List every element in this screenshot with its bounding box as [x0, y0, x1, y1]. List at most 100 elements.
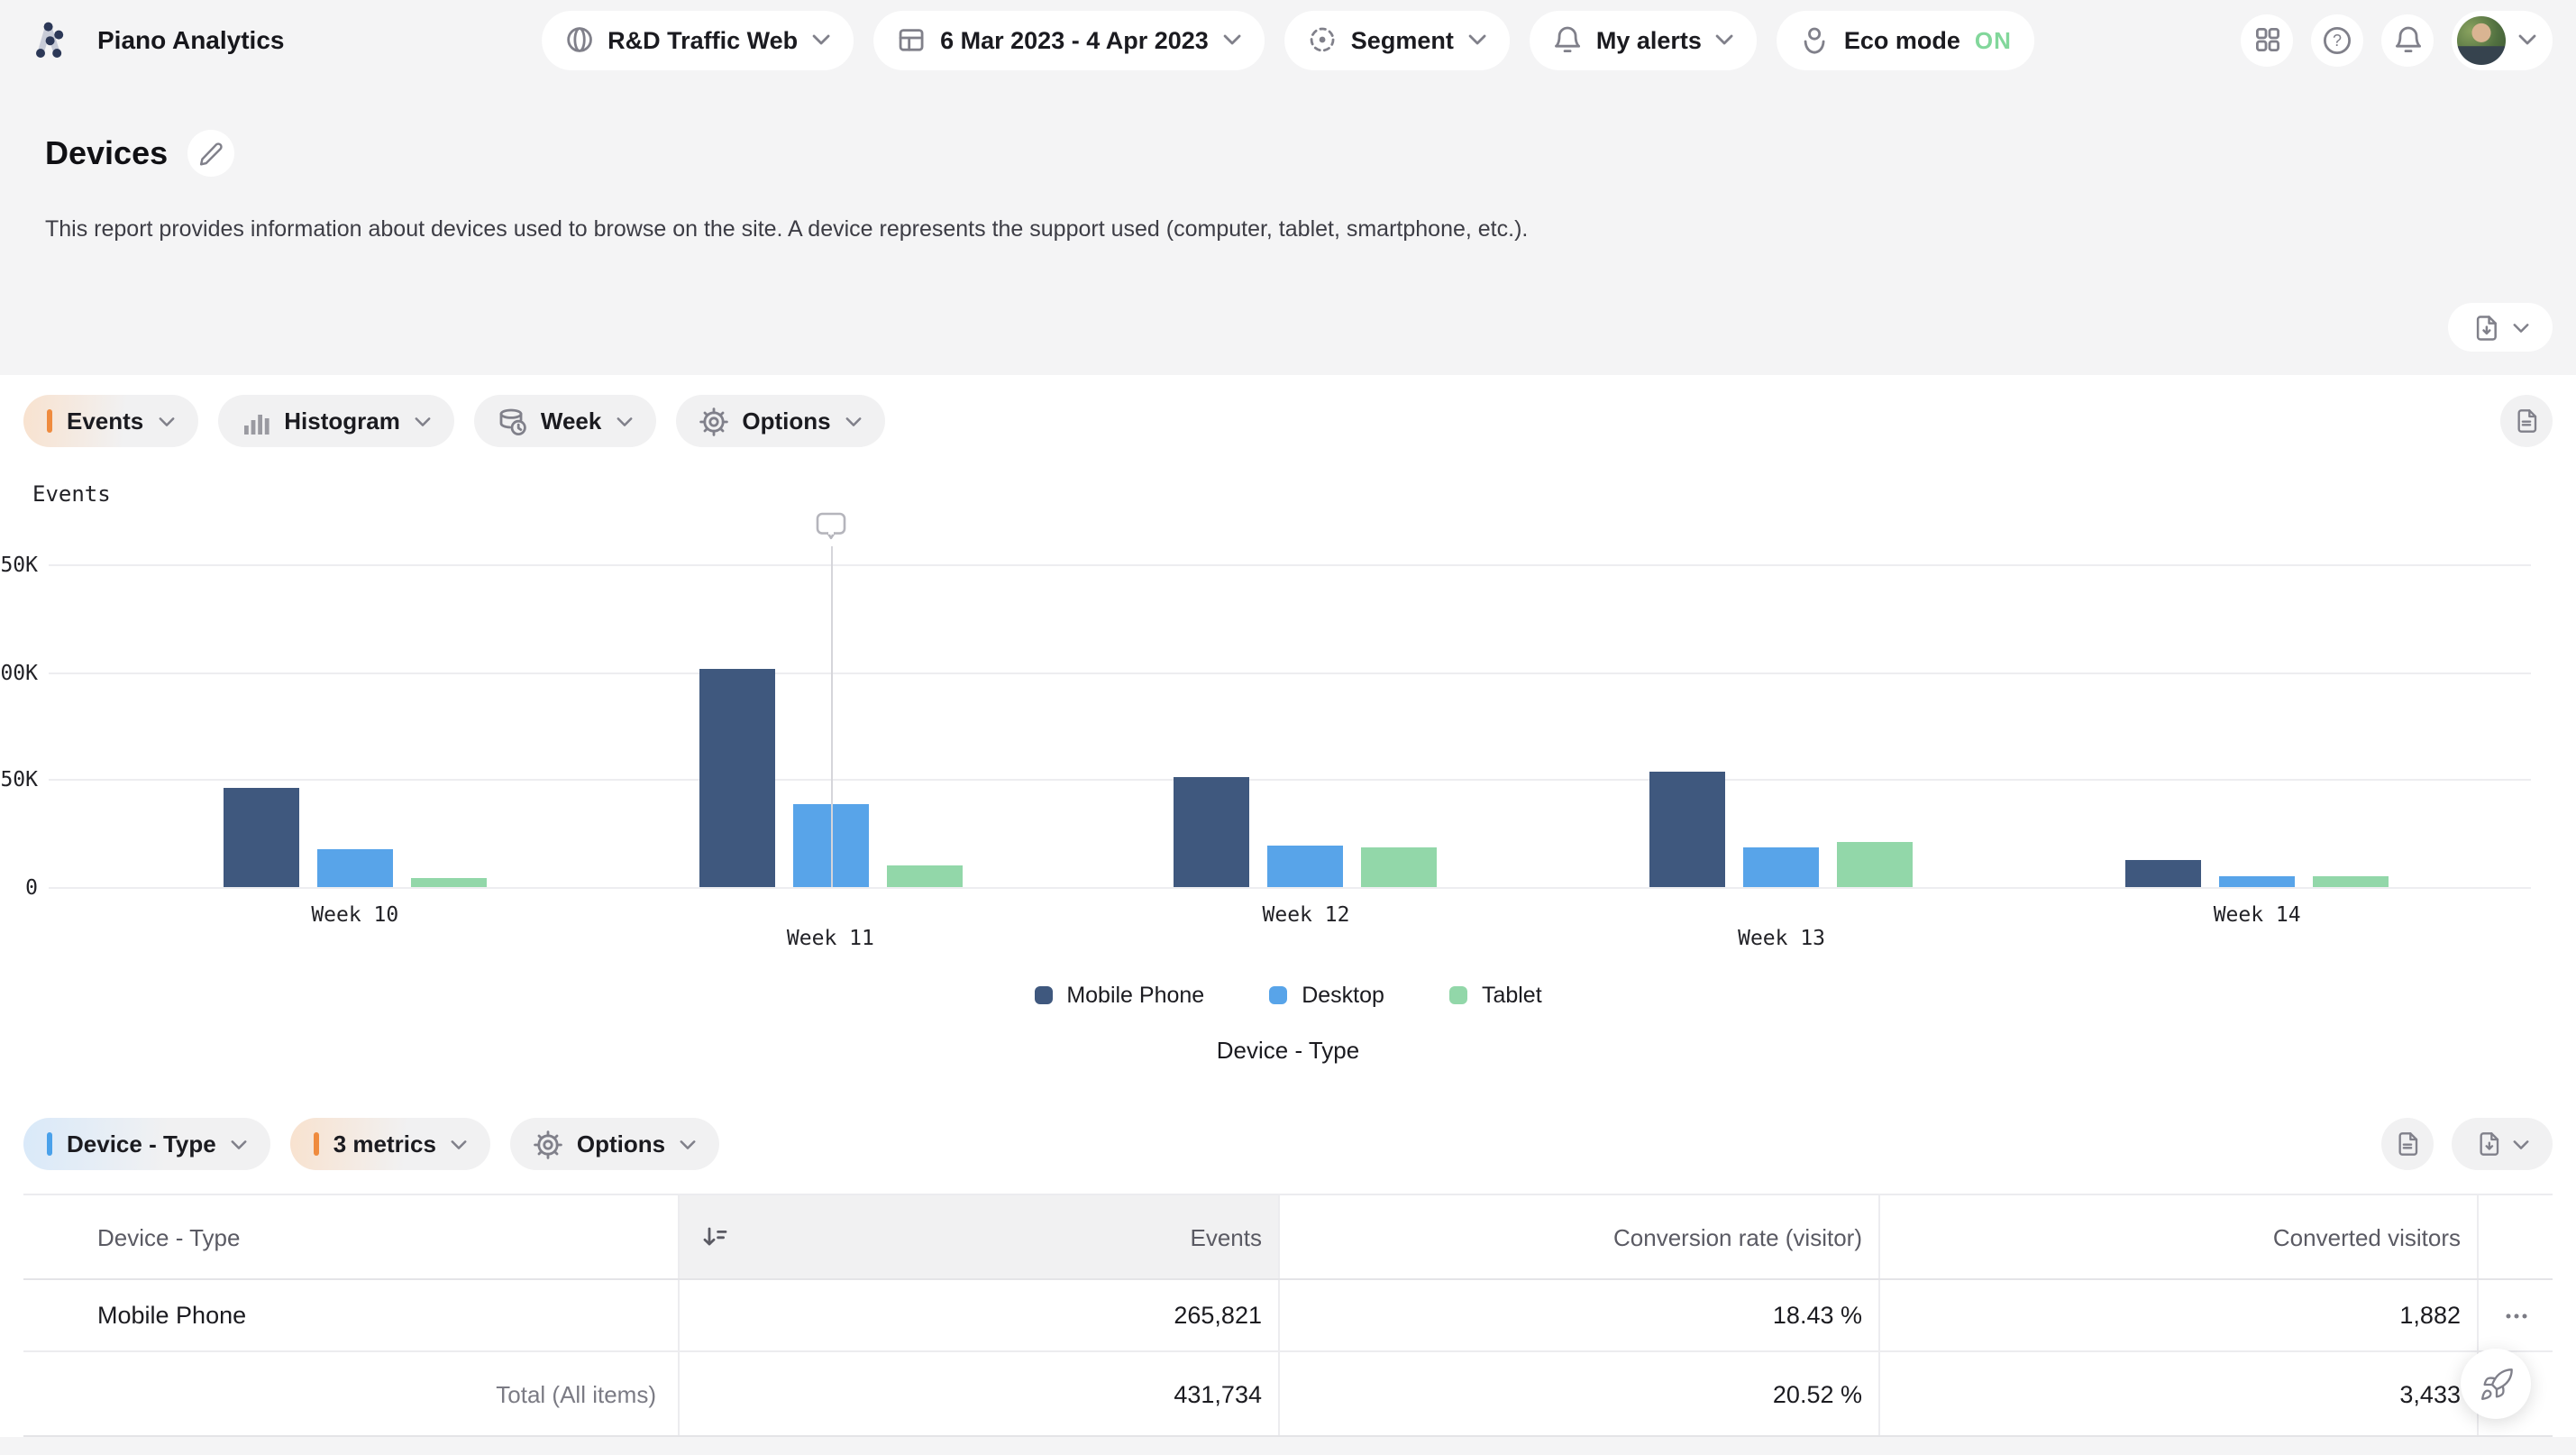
user-menu[interactable]: [2452, 10, 2553, 69]
column-header-converted-visitors[interactable]: Converted visitors: [1878, 1195, 2477, 1278]
metric-label: Events: [67, 407, 143, 435]
cell-conversion-rate: 18.43 %: [1278, 1280, 1878, 1350]
x-tick-label: Week 10: [117, 901, 593, 926]
metric-picker[interactable]: Events: [23, 395, 197, 447]
column-header-device-type[interactable]: Device - Type: [23, 1195, 678, 1278]
site-picker[interactable]: R&D Traffic Web: [541, 10, 854, 69]
chart-bar[interactable]: [411, 879, 487, 886]
legend-item-desktop[interactable]: Desktop: [1269, 983, 1384, 1008]
chart-type-picker[interactable]: Histogram: [217, 395, 454, 447]
notifications-button[interactable]: [2381, 14, 2434, 66]
brand[interactable]: Piano Analytics: [23, 14, 285, 65]
chart-bar[interactable]: [2313, 876, 2389, 886]
bar-chart: 150K100K50K0 Week 10Week 11Week 12Week 1…: [49, 564, 2531, 886]
legend-label: Desktop: [1302, 983, 1384, 1008]
topbar-actions: ?: [2241, 10, 2553, 69]
calendar-icon: [897, 25, 926, 54]
site-picker-label: R&D Traffic Web: [607, 26, 798, 53]
metrics-accent-icon: [314, 1132, 319, 1156]
chevron-down-icon: [2518, 34, 2536, 45]
apps-grid-button[interactable]: [2241, 14, 2293, 66]
gridline: [49, 886, 2531, 888]
chart-bar[interactable]: [317, 849, 393, 886]
report-body: Events Histogram Week: [0, 375, 2576, 1437]
dimension-picker[interactable]: Device - Type: [23, 1118, 270, 1170]
y-tick-label: 50K: [0, 766, 38, 792]
table-notes-button[interactable]: [2381, 1118, 2434, 1170]
table-toolbar: Device - Type 3 metrics Options: [23, 1118, 719, 1170]
piano-analytics-logo: [23, 14, 74, 65]
column-header-events[interactable]: Events: [678, 1195, 1278, 1278]
legend-swatch: [1449, 986, 1467, 1004]
chart-options[interactable]: Options: [675, 395, 884, 447]
help-button[interactable]: ?: [2311, 14, 2363, 66]
chevron-down-icon: [1716, 34, 1734, 45]
document-icon: [2394, 1130, 2421, 1158]
chevron-down-icon: [616, 416, 632, 426]
export-report-button[interactable]: [2448, 303, 2553, 352]
cell-converted-visitors: 1,882: [1878, 1280, 2477, 1350]
chevron-down-icon: [845, 416, 862, 426]
report-description: This report provides information about d…: [45, 216, 2531, 242]
page-title: Devices: [45, 134, 168, 172]
total-label: Total (All items): [23, 1352, 678, 1435]
my-alerts-label: My alerts: [1596, 26, 1702, 53]
eco-plant-icon: [1801, 24, 1830, 55]
assistant-rocket-button[interactable]: [2461, 1349, 2531, 1419]
chart-bar[interactable]: [2219, 877, 2295, 886]
chart-notes-button[interactable]: [2500, 395, 2553, 447]
globe-icon: [564, 25, 593, 54]
table-options-label: Options: [577, 1130, 665, 1158]
chart-options-label: Options: [742, 407, 830, 435]
chevron-down-icon: [812, 34, 830, 45]
chart-bar[interactable]: [1650, 772, 1726, 886]
brand-name: Piano Analytics: [97, 25, 285, 54]
chart-bar[interactable]: [699, 668, 774, 886]
cell-events: 265,821: [678, 1280, 1278, 1350]
segment-picker[interactable]: Segment: [1284, 10, 1510, 69]
period-picker[interactable]: Week: [474, 395, 655, 447]
chevron-down-icon: [451, 1139, 467, 1149]
edit-title-button[interactable]: [187, 130, 234, 177]
chart-toolbar: Events Histogram Week: [23, 395, 885, 447]
segment-label: Segment: [1351, 26, 1454, 53]
chart-bar[interactable]: [1174, 777, 1250, 886]
eco-mode-state: ON: [1975, 26, 2012, 53]
annotation-line: [830, 546, 832, 886]
x-tick-label: Week 14: [2019, 901, 2495, 926]
column-header-conversion-rate[interactable]: Conversion rate (visitor): [1278, 1195, 1878, 1278]
chevron-down-icon: [1468, 34, 1486, 45]
chart-type-label: Histogram: [284, 407, 400, 435]
total-conversion-rate: 20.52 %: [1278, 1352, 1878, 1435]
chart-bar[interactable]: [224, 788, 299, 886]
chart-bar[interactable]: [1362, 847, 1438, 886]
legend-item-mobile-phone[interactable]: Mobile Phone: [1034, 983, 1204, 1008]
date-range-picker[interactable]: 6 Mar 2023 - 4 Apr 2023: [873, 10, 1265, 69]
bell-icon: [1553, 25, 1582, 54]
chart-bar[interactable]: [2125, 861, 2201, 886]
chart-bar[interactable]: [1268, 846, 1344, 886]
dimension-accent-icon: [47, 1132, 52, 1156]
eco-mode-toggle[interactable]: Eco mode ON: [1777, 10, 2035, 69]
legend-swatch: [1034, 986, 1052, 1004]
ellipsis-icon: [2501, 1303, 2530, 1328]
comment-bubble-icon[interactable]: [815, 512, 845, 541]
row-menu-button[interactable]: [2477, 1280, 2553, 1350]
bell-icon: [2393, 25, 2422, 54]
legend-item-tablet[interactable]: Tablet: [1449, 983, 1542, 1008]
bar-groups: Week 10Week 11Week 12Week 13Week 14: [117, 564, 2495, 886]
eco-mode-label: Eco mode: [1844, 26, 1960, 53]
chart-bar[interactable]: [886, 865, 962, 886]
table-row[interactable]: Mobile Phone 265,821 18.43 % 1,882: [23, 1280, 2553, 1352]
table-options[interactable]: Options: [510, 1118, 719, 1170]
export-table-button[interactable]: [2452, 1118, 2553, 1170]
my-alerts[interactable]: My alerts: [1530, 10, 1758, 69]
chart-bar[interactable]: [1744, 847, 1820, 886]
rocket-icon: [2478, 1366, 2514, 1402]
chevron-down-icon: [680, 1139, 696, 1149]
chart-bar[interactable]: [1838, 842, 1914, 886]
metrics-picker[interactable]: 3 metrics: [290, 1118, 490, 1170]
y-tick-label: 0: [25, 874, 38, 899]
file-download-icon: [2471, 313, 2500, 342]
svg-text:?: ?: [2333, 31, 2342, 49]
